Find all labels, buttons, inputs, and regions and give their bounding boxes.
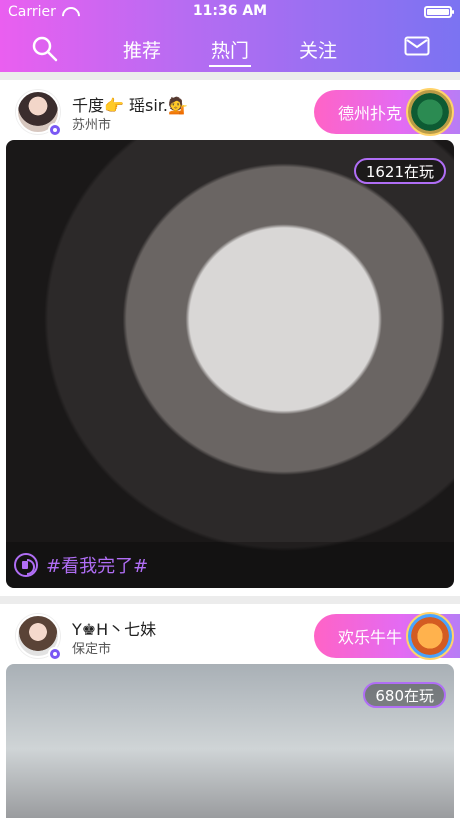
feed-tabs: 推荐 热门 关注	[0, 32, 460, 67]
players-count-badge: 1621在玩	[353, 158, 446, 184]
post-photo[interactable]: 1621在玩 #看我完了#	[6, 140, 454, 588]
tab-hot[interactable]: 热门	[208, 32, 252, 67]
user-city: 苏州市	[72, 118, 112, 133]
post-caption: #看我完了#	[46, 556, 149, 577]
user-city: 保定市	[72, 642, 112, 657]
status-bar: Carrier 11:36 AM	[0, 0, 460, 24]
tab-recommend[interactable]: 推荐	[121, 32, 163, 67]
verified-badge-icon	[48, 647, 62, 661]
sound-icon[interactable]	[14, 553, 38, 577]
verified-badge-icon	[48, 123, 62, 137]
game-label: 德州扑克	[338, 104, 403, 123]
battery-icon	[424, 6, 454, 18]
caption-bar: #看我完了#	[6, 542, 454, 588]
poker-chip-icon	[406, 88, 454, 136]
game-pill-button[interactable]: 欢乐牛牛	[314, 612, 460, 660]
post-photo[interactable]: 680在玩	[6, 664, 454, 818]
status-time: 11:36 AM	[192, 3, 268, 19]
feed-card[interactable]: Y♚H丶七妹 保定市 欢乐牛牛 680在玩	[0, 604, 460, 818]
nav-bar: 推荐 热门 关注	[0, 24, 460, 72]
feed-card[interactable]: 千度👉 瑶sir.💁 苏州市 德州扑克 1621在玩 #看我完了#	[0, 80, 460, 596]
tab-follow[interactable]: 关注	[297, 32, 339, 67]
game-pill-button[interactable]: 德州扑克	[314, 88, 460, 136]
mail-icon[interactable]	[404, 36, 430, 56]
card-header: 千度👉 瑶sir.💁 苏州市 德州扑克	[0, 80, 460, 140]
user-name[interactable]: Y♚H丶七妹	[72, 616, 156, 640]
game-label: 欢乐牛牛	[338, 628, 403, 647]
top-header: Carrier 11:36 AM 推荐 热门 关注	[0, 0, 460, 72]
card-header: Y♚H丶七妹 保定市 欢乐牛牛	[0, 604, 460, 664]
players-count-badge: 680在玩	[363, 682, 446, 708]
game-character-icon	[406, 612, 454, 660]
feed: 千度👉 瑶sir.💁 苏州市 德州扑克 1621在玩 #看我完了# Y♚H丶七妹…	[0, 80, 460, 818]
user-name[interactable]: 千度👉 瑶sir.💁	[72, 92, 188, 116]
